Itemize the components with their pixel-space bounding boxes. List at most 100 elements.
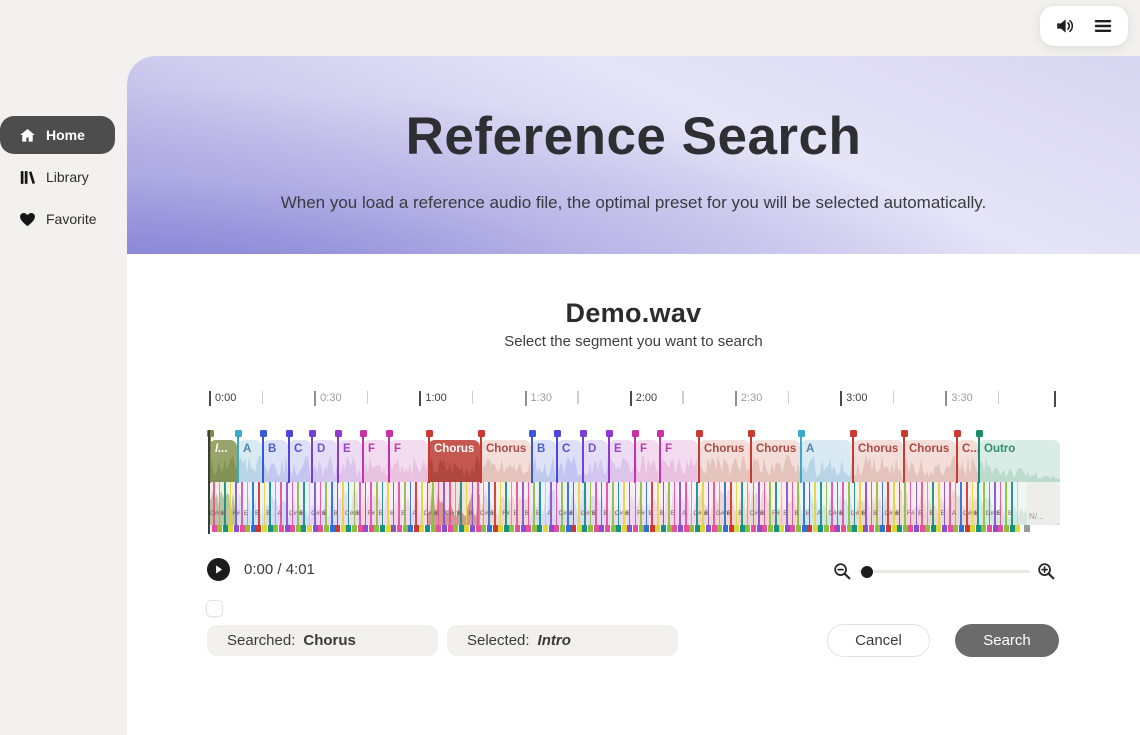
segment-i[interactable]: I... [209, 440, 237, 482]
segment-pin[interactable] [850, 430, 857, 437]
cancel-button[interactable]: Cancel [827, 624, 930, 657]
chord-pin [762, 525, 767, 532]
zoom-slider[interactable] [858, 570, 1030, 573]
chord-line [741, 482, 743, 525]
segment-pin[interactable] [426, 430, 433, 437]
segment-f[interactable]: F [659, 440, 698, 482]
segment-pin[interactable] [286, 430, 293, 437]
zoom-out-icon[interactable] [832, 561, 853, 587]
playhead[interactable] [208, 430, 210, 534]
chord-label: B [896, 510, 900, 517]
segment-chorus[interactable]: Chorus [698, 440, 750, 482]
segment-pin[interactable] [529, 430, 536, 437]
segment-pin[interactable] [554, 430, 561, 437]
segment-pin[interactable] [606, 430, 613, 437]
segment-chorus[interactable]: Chorus [903, 440, 956, 482]
chord-pin [633, 525, 638, 532]
segment-pin[interactable] [798, 430, 805, 437]
segment-pin[interactable] [580, 430, 587, 437]
segment-pin[interactable] [954, 430, 961, 437]
sidebar-item-favorite[interactable]: Favorite [0, 200, 127, 238]
segment-pin[interactable] [360, 430, 367, 437]
segment-pin[interactable] [260, 430, 267, 437]
chord-line [382, 482, 384, 525]
ruler-tick [630, 391, 632, 406]
chord-line [719, 482, 721, 525]
chord-line [927, 482, 929, 525]
chord-pin [313, 525, 318, 532]
segment-pin[interactable] [386, 430, 393, 437]
waveform-editor[interactable]: I...ABCDEFFChorusChorusBCDEFFChorusChoru… [207, 430, 1060, 534]
segment-pin[interactable] [235, 430, 242, 437]
segment-b[interactable]: B [262, 440, 288, 482]
chord-line [230, 482, 232, 525]
chord-line [629, 482, 631, 525]
segment-pin[interactable] [632, 430, 639, 437]
zoom-in-icon[interactable] [1036, 561, 1057, 587]
segment-chorus[interactable]: Chorus [750, 440, 800, 482]
segment-pin[interactable] [335, 430, 342, 437]
segment-d[interactable]: D [582, 440, 608, 482]
segment-label: D [588, 443, 596, 455]
segment-b[interactable]: B [531, 440, 556, 482]
segment-outro[interactable]: Outro [978, 440, 1060, 482]
segment-c[interactable]: C... [956, 440, 978, 482]
segment-label: A [806, 443, 814, 455]
segment-f[interactable]: F [634, 440, 659, 482]
segment-pin[interactable] [309, 430, 316, 437]
segment-d[interactable]: D [311, 440, 337, 482]
segment-pin[interactable] [657, 430, 664, 437]
chord-line [736, 482, 738, 525]
segment-f[interactable]: F [388, 440, 428, 482]
chord-pin [285, 525, 290, 532]
ruler-tick-label: 3:30 [951, 392, 972, 404]
ruler-tick-label: 1:00 [425, 392, 446, 404]
option-checkbox[interactable] [206, 600, 223, 617]
ruler-tick [998, 391, 1000, 404]
segment-pin[interactable] [748, 430, 755, 437]
segment-c[interactable]: C [556, 440, 582, 482]
chord-label: B [255, 510, 259, 517]
segment-pin[interactable] [976, 430, 983, 437]
search-button[interactable]: Search [955, 624, 1059, 657]
chord-line [590, 482, 592, 525]
chord-line [500, 482, 502, 525]
chord-line [960, 482, 962, 525]
chord-line [505, 482, 507, 525]
chord-line [713, 482, 715, 525]
sidebar-item-home[interactable]: Home [0, 116, 115, 154]
chord-line [651, 482, 653, 525]
chord-label: E [727, 510, 731, 517]
ruler-tick-label: 2:30 [741, 392, 762, 404]
segment-a[interactable]: A [237, 440, 262, 482]
searched-label: Searched: [227, 632, 295, 649]
play-button[interactable] [207, 558, 230, 581]
chord-pin [903, 525, 908, 532]
segment-c[interactable]: C [288, 440, 311, 482]
segment-pin[interactable] [901, 430, 908, 437]
chord-label: E [401, 510, 405, 517]
segment-e[interactable]: E [608, 440, 634, 482]
segment-f[interactable]: F [362, 440, 388, 482]
segment-a[interactable]: A [800, 440, 852, 482]
segment-chorus[interactable]: Chorus [480, 440, 531, 482]
zoom-slider-thumb[interactable] [861, 566, 873, 578]
chord-pin [830, 525, 835, 532]
speaker-icon[interactable] [1053, 14, 1077, 38]
segment-boundary [337, 433, 339, 483]
segment-pin[interactable] [478, 430, 485, 437]
chord-pin [981, 525, 986, 532]
chord-label: E [536, 510, 540, 517]
sidebar-item-library[interactable]: Library [0, 158, 127, 196]
chord-line [567, 482, 569, 525]
chord-line [781, 482, 783, 525]
segment-chorus[interactable]: Chorus [852, 440, 903, 482]
chord-line [893, 482, 895, 525]
hamburger-icon[interactable] [1091, 14, 1115, 38]
segment-pin[interactable] [696, 430, 703, 437]
chord-line [472, 482, 474, 525]
chord-line [342, 482, 344, 525]
segment-chorus[interactable]: Chorus [428, 440, 480, 482]
segment-e[interactable]: E [337, 440, 362, 482]
chord-pin [802, 525, 807, 532]
